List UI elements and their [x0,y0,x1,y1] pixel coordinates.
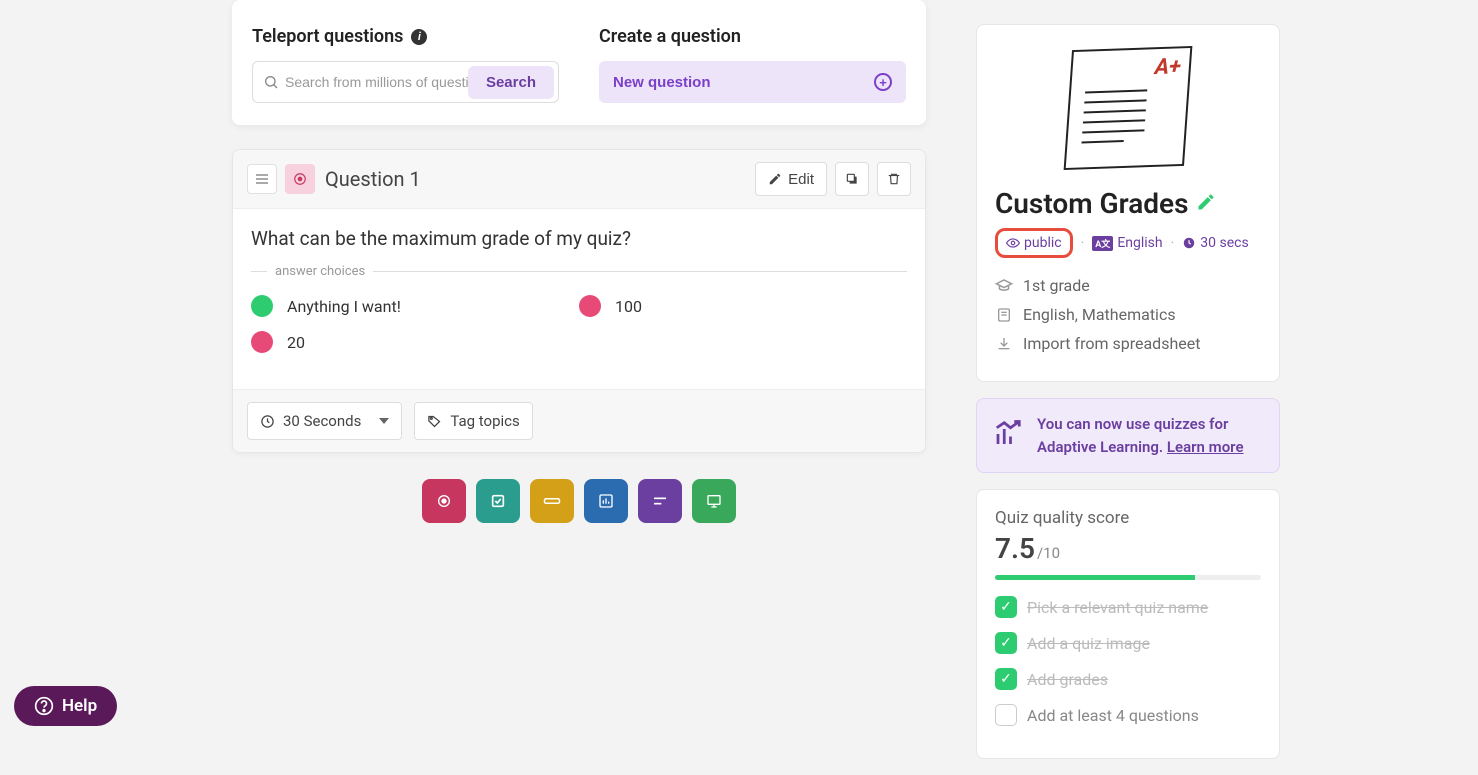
learn-more-link[interactable]: Learn more [1167,438,1244,456]
quality-heading: Quiz quality score [995,508,1261,528]
checklist-item: ✓ Add a quiz image [995,632,1261,654]
create-section: Create a question New question + [599,0,906,103]
type-checkbox-icon[interactable] [476,479,520,523]
visibility-label: public [1024,235,1062,251]
subjects-label: English, Mathematics [1023,305,1176,324]
answer-divider: answer choices [251,264,907,279]
adaptive-banner: You can now use quizzes for Adaptive Lea… [976,398,1280,473]
duplicate-button[interactable] [835,162,869,196]
checklist-label: Add at least 4 questions [1027,706,1199,725]
type-slide-icon[interactable] [692,479,736,523]
checkmark-icon: ✓ [995,632,1017,654]
quality-checklist: ✓ Pick a relevant quiz name ✓ Add a quiz… [995,596,1261,726]
answer-dot-wrong [251,331,273,353]
language-icon: A文 [1092,236,1113,251]
checklist-label: Add a quiz image [1027,634,1150,653]
subjects-row[interactable]: English, Mathematics [995,305,1261,324]
time-pill-label: 30 secs [1200,235,1248,251]
chart-arrow-icon [993,419,1023,453]
top-card: Teleport questions i Search Create a que… [232,0,926,125]
quiz-info-card: A+ Custom Grades public · A文 E [976,24,1280,382]
import-label: Import from spreadsheet [1023,334,1200,353]
checkmark-icon: ✓ [995,596,1017,618]
question-type-bar [232,479,926,523]
plus-icon: + [874,73,892,91]
tag-topics-button[interactable]: Tag topics [414,402,532,440]
checkmark-icon: ✓ [995,668,1017,690]
time-label: 30 Seconds [283,412,361,430]
quality-card: Quiz quality score 7.5 /10 ✓ Pick a rele… [976,489,1280,759]
help-button[interactable]: Help [14,686,117,726]
answer-text: Anything I want! [287,297,401,316]
checklist-item: ✓ Pick a relevant quiz name [995,596,1261,618]
language-label: English [1117,235,1162,251]
answer-text: 20 [287,333,305,352]
checklist-item: ✓ Add grades [995,668,1261,690]
checklist-label: Pick a relevant quiz name [1027,598,1208,617]
answer-text: 100 [615,297,642,316]
question-type-icon [285,164,315,194]
teleport-section: Teleport questions i Search [252,0,559,103]
question-text: What can be the maximum grade of my quiz… [251,227,907,250]
create-heading: Create a question [599,26,741,47]
quality-score: 7.5 [995,532,1035,565]
new-question-label: New question [613,74,711,91]
import-icon [995,336,1013,352]
answer-choice: Anything I want! [251,295,579,317]
search-wrap: Search [252,61,559,103]
drag-handle[interactable] [247,164,277,194]
chevron-down-icon [379,418,389,424]
type-fillblank-icon[interactable] [530,479,574,523]
teleport-heading: Teleport questions [252,26,403,47]
import-row[interactable]: Import from spreadsheet [995,334,1261,353]
edit-button[interactable]: Edit [755,162,827,196]
answer-choice: 20 [251,331,579,353]
checklist-label: Add grades [1027,670,1108,689]
answer-dot-correct [251,295,273,317]
time-select[interactable]: 30 Seconds [247,402,402,440]
answer-dot-wrong [579,295,601,317]
grade-level-label: 1st grade [1023,276,1090,295]
delete-button[interactable] [877,162,911,196]
quality-progress-fill [995,575,1195,580]
graduation-icon [995,277,1013,295]
type-mcq-icon[interactable] [422,479,466,523]
new-question-button[interactable]: New question + [599,61,906,103]
search-icon [263,74,279,90]
help-label: Help [62,696,97,716]
edit-label: Edit [788,171,814,188]
checkbox-empty-icon [995,704,1017,726]
info-icon[interactable]: i [411,29,427,45]
type-openended-icon[interactable] [638,479,682,523]
question-card: Question 1 Edit What can be the maximum … [232,149,926,453]
quality-denom: /10 [1037,544,1060,562]
quiz-name: Custom Grades [995,187,1188,220]
checklist-item: Add at least 4 questions [995,704,1261,726]
grade-level-row[interactable]: 1st grade [995,276,1261,295]
edit-name-icon[interactable] [1196,192,1216,216]
type-poll-icon[interactable] [584,479,628,523]
time-pill[interactable]: 30 secs [1182,235,1248,251]
language-pill[interactable]: A文 English [1092,235,1162,251]
book-icon [995,306,1013,324]
search-button[interactable]: Search [468,66,554,99]
question-title: Question 1 [325,167,755,191]
search-input[interactable] [285,74,468,90]
quality-progress [995,575,1261,580]
visibility-pill[interactable]: public [995,228,1073,258]
quiz-thumbnail[interactable]: A+ [1053,43,1203,173]
tag-label: Tag topics [450,412,519,430]
answer-choice: 100 [579,295,907,317]
